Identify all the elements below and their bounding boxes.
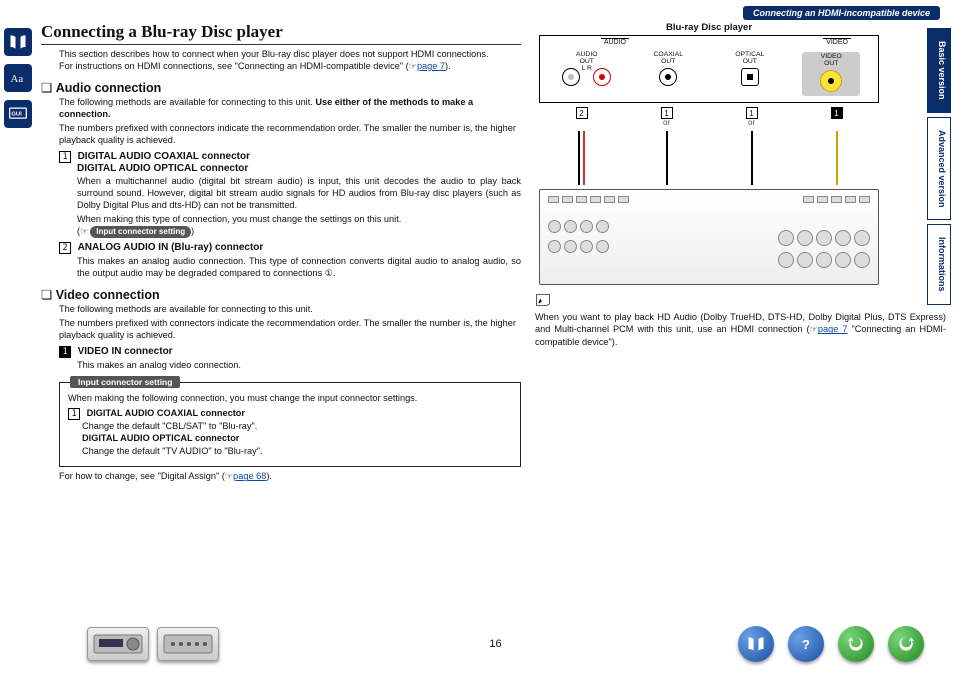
audio-p2: The numbers prefixed with connectors ind… — [59, 123, 521, 147]
port-coaxial: COAXIAL OUT — [639, 52, 697, 96]
audio-p1: The following methods are available for … — [59, 97, 521, 121]
box-lead: When making the following connection, yo… — [68, 392, 512, 404]
audio-heading: Audio connection — [41, 80, 521, 95]
question-icon: ? — [796, 634, 816, 654]
book-icon[interactable] — [4, 28, 32, 56]
pencil-icon — [535, 293, 551, 307]
audio-item1-body2: When making this type of connection, you… — [77, 214, 521, 238]
video-item-1: 1 VIDEO IN connector — [59, 346, 521, 358]
link-page68[interactable]: page 68 — [233, 471, 266, 481]
receiver-rear-icon — [163, 634, 213, 654]
left-icon-rail: Aa GUI — [0, 0, 37, 675]
side-tabs: Basic version Advanced version Informati… — [927, 28, 951, 305]
aa-icon[interactable]: Aa — [4, 64, 32, 92]
note-block: When you want to play back HD Audio (Dol… — [535, 293, 946, 348]
book-icon — [746, 634, 766, 654]
input-connector-box: Input connector setting When making the … — [59, 382, 521, 468]
link-page7[interactable]: page 7 — [417, 61, 445, 71]
nav-prev-button[interactable] — [838, 626, 874, 662]
video-p2: The numbers prefixed with connectors ind… — [59, 318, 521, 342]
svg-text:GUI: GUI — [11, 112, 22, 118]
link-page7-note[interactable]: page 7 — [818, 324, 848, 334]
port-video: VIDEO OUT — [802, 52, 860, 96]
box-title: Input connector setting — [70, 376, 180, 388]
or-label-2: or — [723, 118, 781, 127]
input-connector-pill: Input connector setting — [90, 226, 191, 238]
receiver-front-icon — [93, 634, 143, 654]
svg-text:Aa: Aa — [11, 73, 24, 85]
item-number: 1 — [59, 151, 71, 163]
gui-icon[interactable]: GUI — [4, 100, 32, 128]
or-label-1: or — [638, 118, 696, 127]
port-optical: OPTICAL OUT — [721, 52, 779, 96]
thumbnail-rear[interactable] — [157, 627, 219, 661]
box-footer: For how to change, see "Digital Assign" … — [59, 471, 521, 483]
diagram-title: Blu-ray Disc player — [539, 22, 879, 33]
video-p1: The following methods are available for … — [59, 304, 521, 316]
nav-book-button[interactable] — [738, 626, 774, 662]
thumbnail-front[interactable] — [87, 627, 149, 661]
svg-text:?: ? — [802, 637, 810, 652]
audio-item-2: 2 ANALOG AUDIO IN (Blu-ray) connector — [59, 242, 521, 254]
nav-next-button[interactable] — [888, 626, 924, 662]
video-item1-body: This makes an analog video connection. — [77, 360, 521, 372]
page-title: Connecting a Blu-ray Disc player — [41, 22, 521, 45]
breadcrumb: Connecting an HDMI-incompatible device — [743, 6, 940, 20]
tab-basic[interactable]: Basic version — [927, 28, 951, 113]
receiver-rear-panel — [539, 189, 879, 285]
item-number-solid: 1 — [59, 346, 71, 358]
port-analog-audio: AUDIO OUTL R — [558, 52, 616, 96]
intro-text: This section describes how to connect wh… — [59, 49, 521, 73]
tab-informations[interactable]: Informations — [927, 224, 951, 305]
connection-diagram: Blu-ray Disc player AUDIO VIDEO AUDIO OU… — [539, 22, 879, 285]
tab-advanced[interactable]: Advanced version — [927, 117, 951, 221]
item-number: 2 — [59, 242, 71, 254]
arrow-ccw-icon — [846, 634, 866, 654]
player-panel: AUDIO VIDEO AUDIO OUTL R COAXIAL OUT — [539, 35, 879, 103]
page-footer: 16 ? — [37, 619, 954, 669]
box-num: 1 — [68, 408, 80, 420]
audio-item-1: 1 DIGITAL AUDIO COAXIAL connector DIGITA… — [59, 151, 521, 174]
audio-item1-body: When a multichannel audio (digital bit s… — [77, 176, 521, 212]
arrow-cw-icon — [896, 634, 916, 654]
audio-item2-body: This makes an analog audio connection. T… — [77, 256, 521, 280]
nav-help-button[interactable]: ? — [788, 626, 824, 662]
video-heading: Video connection — [41, 287, 521, 302]
page-number: 16 — [489, 638, 501, 650]
